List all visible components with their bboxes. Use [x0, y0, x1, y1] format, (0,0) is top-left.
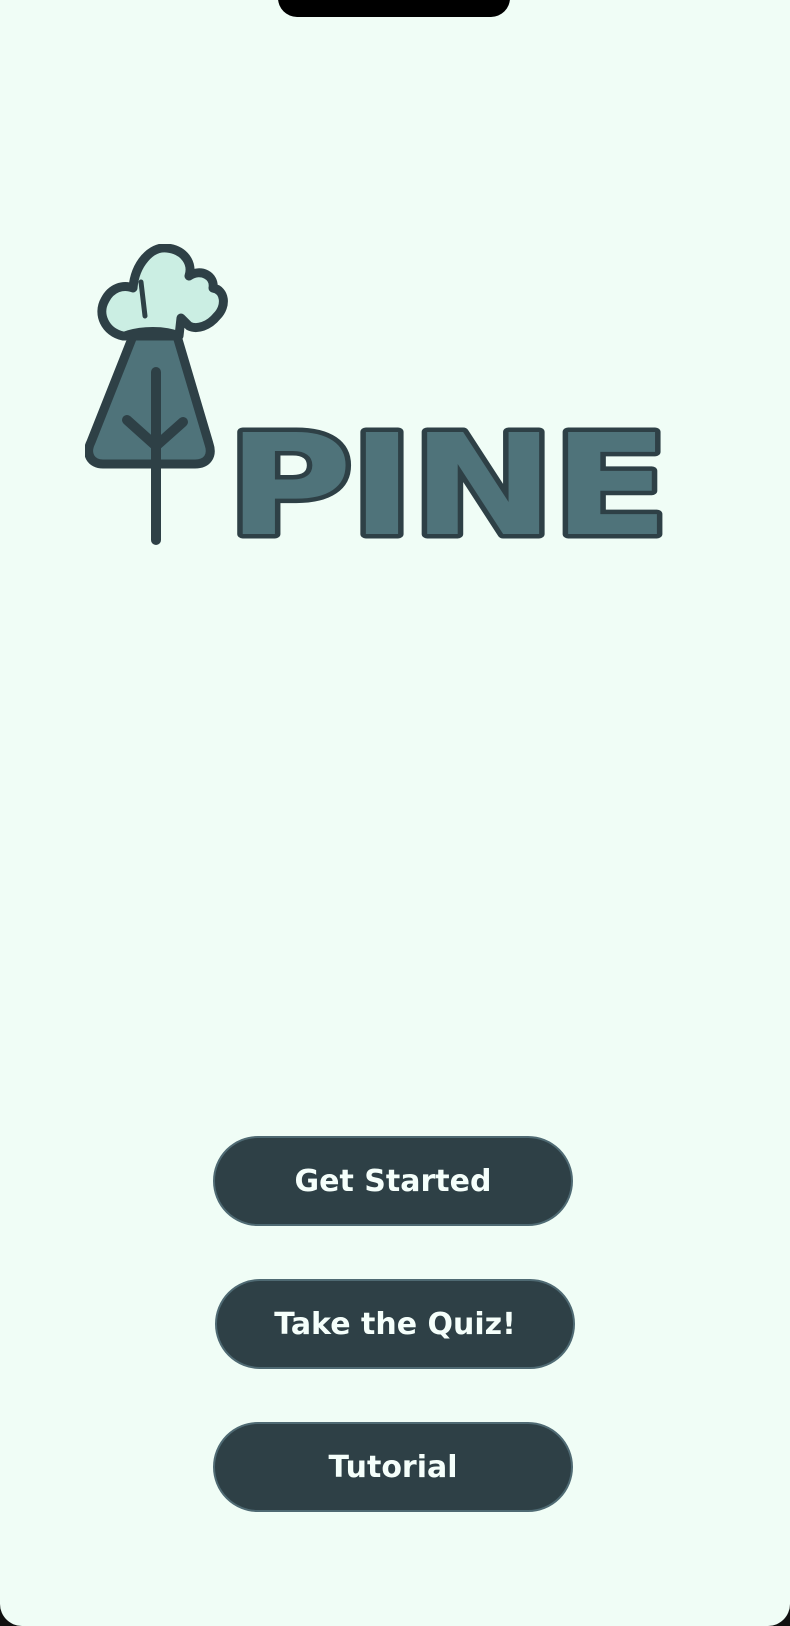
home-screen: PINE Get Started Take the Quiz! Tutorial [0, 0, 790, 1626]
pine-tree-icon [85, 244, 228, 545]
cloud-icon [97, 244, 228, 341]
tutorial-button[interactable]: Tutorial [213, 1422, 573, 1512]
get-started-button[interactable]: Get Started [213, 1136, 573, 1226]
take-quiz-button[interactable]: Take the Quiz! [215, 1279, 575, 1369]
logo-wordmark: PINE [227, 405, 667, 568]
app-logo: PINE [85, 244, 674, 573]
device-notch [278, 0, 510, 17]
